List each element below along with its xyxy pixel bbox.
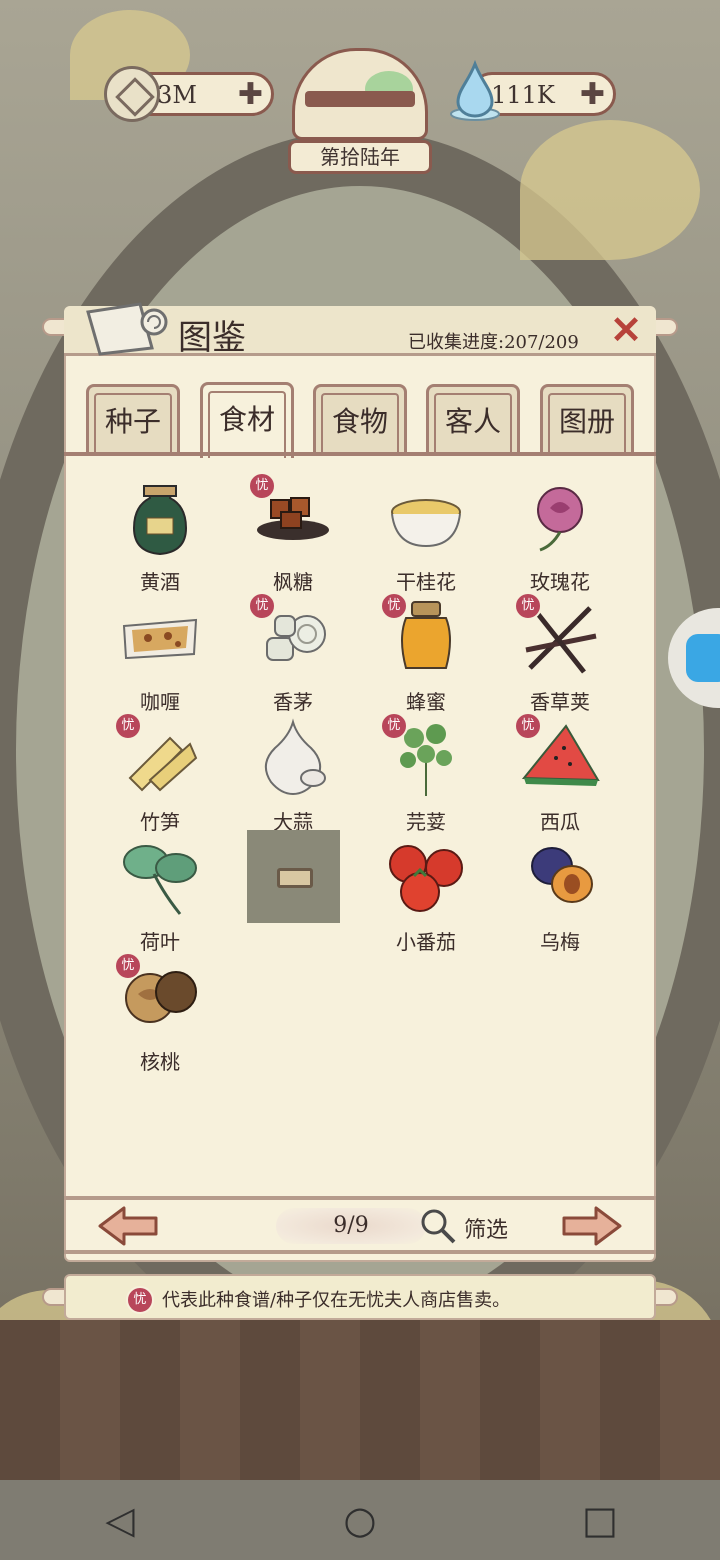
ingredient-garlic[interactable]: 大蒜 [233,718,353,838]
ingredient-lotus-leaf[interactable]: 荷叶 [100,838,220,958]
ingredient-rose[interactable]: 玫瑰花 [500,478,620,598]
exclusive-badge: 忧 [248,472,276,500]
garlic-icon [264,718,326,796]
ingredient-yellow-wine[interactable]: 黄酒 [100,478,220,598]
ingredient-cherry-tomato[interactable]: 小番茄 [366,838,486,958]
close-icon[interactable]: ✕ [606,310,646,350]
ingredient-dried-osmanthus[interactable]: 干桂花 [366,478,486,598]
exclusive-badge: 忧 [114,712,142,740]
add-water-icon[interactable]: ✚ [580,77,605,112]
exclusive-badge: 忧 [114,952,142,980]
ingredient-name: 香草荚 [530,690,590,714]
plum-icon [531,847,593,903]
exclusive-note: 忧 代表此种食谱/种子仅在无忧夫人商店售卖。 [64,1274,656,1320]
footer-divider-top [64,1196,656,1200]
filter-button[interactable]: 筛选 [464,1212,508,1244]
osmanthus-bowl-icon [391,499,461,548]
tomato-icon [389,845,463,912]
footer-divider-bottom [64,1250,656,1254]
tab-label: 客人 [434,393,512,452]
panel-title: 图鉴 [178,318,246,358]
recents-icon[interactable]: □ [570,1498,630,1542]
lock-icon [277,868,313,888]
ingredient-name: 蜂蜜 [406,690,446,714]
add-coins-icon[interactable]: ✚ [238,77,263,112]
tab-seeds[interactable]: 种子 [86,384,180,452]
system-navigation-bar: ◁ ○ □ [0,1480,720,1560]
wine-jar-icon [132,485,188,556]
ingredient-name: 小番茄 [396,930,456,954]
collection-progress: 已收集进度:207/209 [408,332,579,353]
exclusive-badge: 忧 [380,592,408,620]
ingredient-name: 玫瑰花 [530,570,590,594]
rose-icon [537,487,583,552]
curry-tray-icon [122,618,198,660]
tab-ingredients[interactable]: 食材 [200,382,294,458]
next-page-arrow-icon[interactable] [560,1204,624,1248]
exclusive-badge: 忧 [380,712,408,740]
ingredient-maple-sugar[interactable]: 枫糖 [233,478,353,598]
ingredient-name: 竹笋 [140,810,180,834]
year-label: 第拾陆年 [288,140,432,174]
ingredient-name: 黄酒 [140,570,180,594]
page-indicator: 9/9 [276,1208,426,1244]
exclusive-badge: 忧 [126,1286,154,1314]
exclusive-badge: 忧 [248,592,276,620]
tab-guests[interactable]: 客人 [426,384,520,452]
coin-icon [104,66,160,122]
exclusive-badge: 忧 [514,592,542,620]
ingredient-name: 咖喱 [140,690,180,714]
exclusive-badge: 忧 [514,712,542,740]
ingredient-name: 香茅 [273,690,313,714]
ingredient-name: 干桂花 [396,570,456,594]
ingredient-name: 枫糖 [273,570,313,594]
locked-ingredient-slot[interactable] [247,830,340,923]
ingredient-name: 芫荽 [406,810,446,834]
ingredient-name: 乌梅 [540,930,580,954]
home-icon[interactable]: ○ [330,1498,390,1542]
tab-divider [64,452,656,456]
scroll-book-icon [86,302,168,356]
tab-label: 食材 [208,391,286,458]
tab-label: 食物 [321,393,399,452]
water-drop-icon [450,60,500,121]
ingredient-name: 核桃 [140,1050,180,1074]
tab-label: 种子 [94,393,172,452]
ingredient-name: 西瓜 [540,810,580,834]
lotus-leaf-icon [123,845,197,915]
tab-food[interactable]: 食物 [313,384,407,452]
ingredient-lemongrass[interactable]: 香茅 [233,598,353,718]
tab-album[interactable]: 图册 [540,384,634,452]
prev-page-arrow-icon[interactable] [96,1204,160,1248]
magnifier-icon[interactable] [418,1206,458,1246]
ingredient-black-plum[interactable]: 乌梅 [500,838,620,958]
tab-label: 图册 [548,393,626,452]
back-icon[interactable]: ◁ [90,1498,150,1542]
note-text: 代表此种食谱/种子仅在无忧夫人商店售卖。 [162,1290,511,1311]
ingredient-name: 荷叶 [140,930,180,954]
ingredient-curry[interactable]: 咖喱 [100,598,220,718]
